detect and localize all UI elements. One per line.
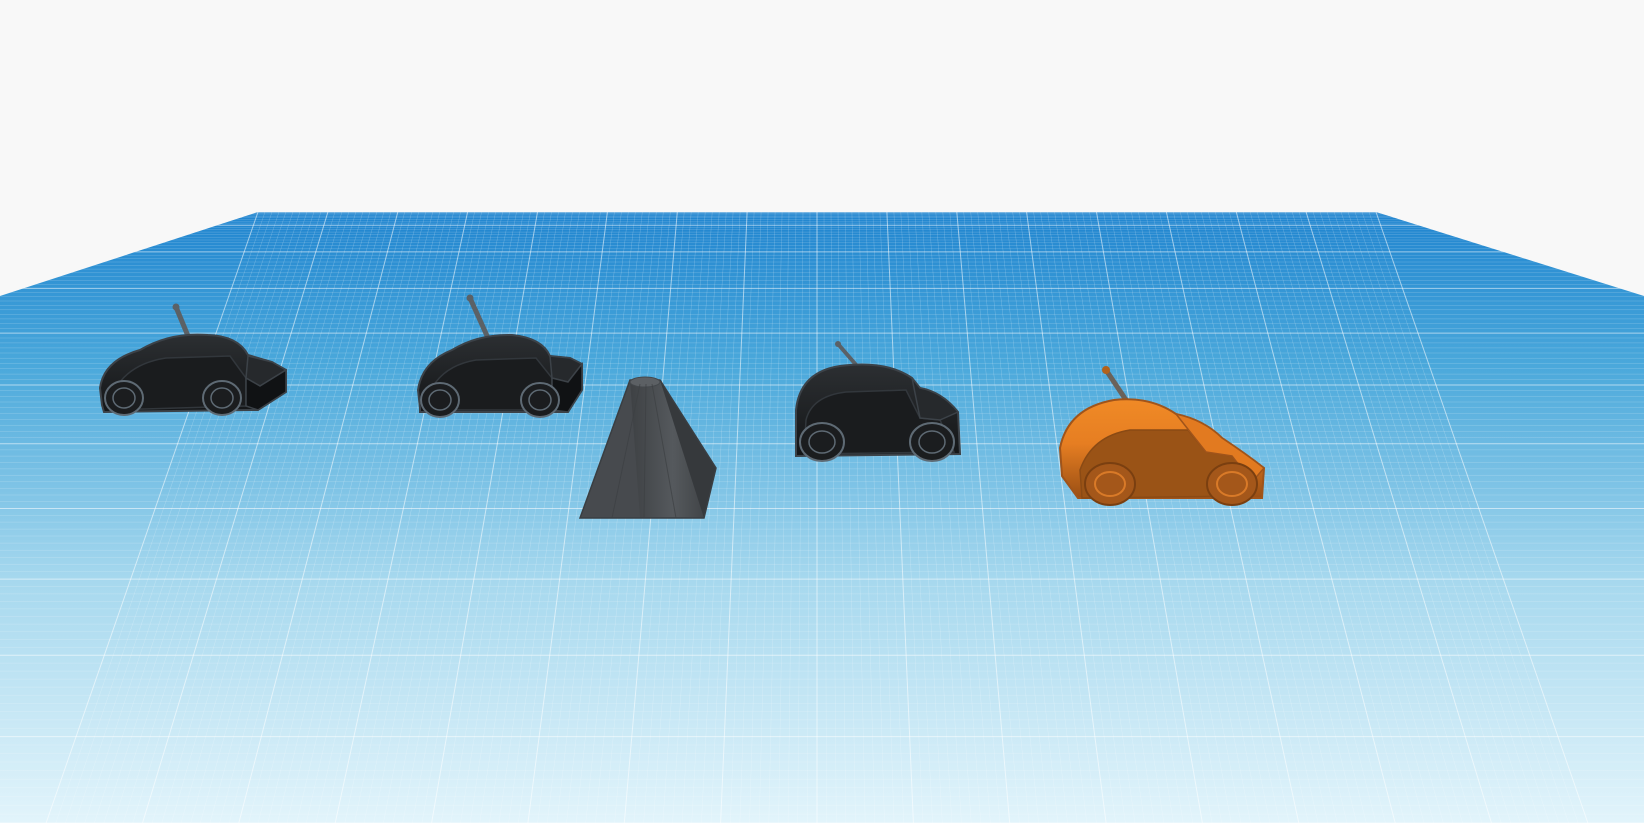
car-wheel [520,382,560,418]
car-wheel [104,380,144,416]
car-antenna-tip [466,294,474,302]
workplane-surface[interactable] [0,212,1644,823]
scene-canvas[interactable] [0,0,1644,823]
car-wheel [909,422,955,462]
car-wheel [1084,462,1136,506]
car-wheel [799,422,845,462]
car-antenna-tip [1102,366,1110,374]
car-wheel [420,382,460,418]
cone-top [629,376,661,388]
car-antenna-tip [172,303,180,311]
car-wheel [1206,462,1258,506]
3d-viewport[interactable] [0,0,1644,823]
car-wheel [202,380,242,416]
car-antenna-tip [835,341,841,347]
workplane[interactable] [0,212,1644,823]
